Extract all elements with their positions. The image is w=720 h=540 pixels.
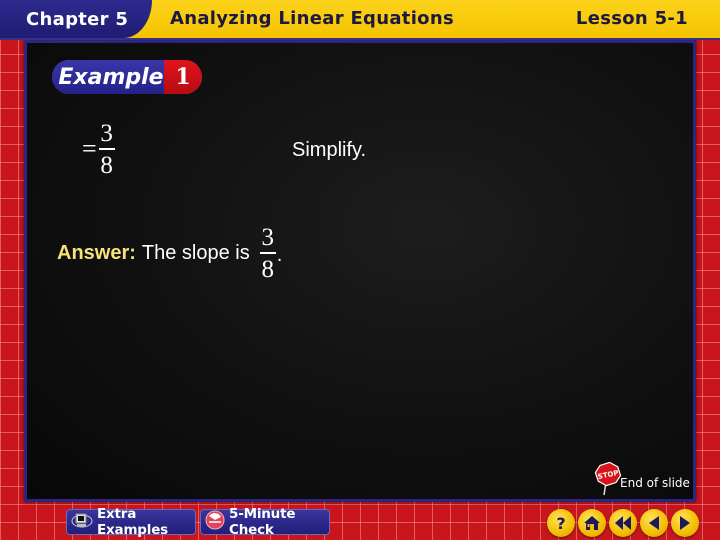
lesson-label: Lesson 5-1 (575, 8, 688, 29)
example-label: Example (52, 60, 164, 94)
stop-sign-icon: STOP (594, 461, 622, 496)
answer-line: Answer: The slope is 3 8 . (57, 225, 282, 282)
chapter-title: Analyzing Linear Equations (170, 8, 454, 29)
first-slide-button[interactable] (609, 509, 637, 537)
arrow-left-icon (648, 516, 660, 530)
fraction-denominator: 8 (100, 151, 113, 179)
help-button[interactable]: ? (547, 509, 575, 537)
arrow-right-icon (679, 516, 691, 530)
answer-text: The slope is (141, 241, 250, 264)
end-of-slide-marker: STOP End of slide (594, 461, 690, 496)
extra-examples-button[interactable]: Extra Examples (66, 506, 196, 538)
timer-icon (205, 510, 225, 534)
svg-text:?: ? (556, 514, 565, 532)
step-note: Simplify. (292, 139, 367, 161)
fraction-denominator: 8 (261, 255, 275, 283)
chapter-label: Chapter 5 (0, 0, 152, 38)
equation-line: = 3 8 (82, 121, 115, 178)
header-bar: Chapter 5 Analyzing Linear Equations Les… (0, 0, 720, 40)
example-badge: Example 1 (52, 60, 202, 94)
rewind-icon (614, 516, 632, 530)
answer-fraction: 3 8 (259, 224, 276, 283)
answer-label: Answer: (57, 241, 136, 264)
example-number: 1 (164, 60, 202, 94)
next-slide-button[interactable] (671, 509, 699, 537)
fraction: 3 8 (98, 120, 115, 179)
fraction-numerator: 3 (100, 120, 113, 147)
fraction-numerator: 3 (261, 224, 275, 251)
extra-examples-label: Extra Examples (97, 506, 168, 538)
five-minute-check-label: 5-Minute Check (229, 506, 296, 538)
previous-slide-button[interactable] (640, 509, 668, 537)
question-icon: ? (554, 514, 568, 532)
end-of-slide-label: End of slide (620, 476, 690, 490)
five-minute-check-button[interactable]: 5-Minute Check (200, 506, 330, 538)
home-button[interactable] (578, 509, 606, 537)
computer-icon (71, 511, 93, 533)
equals-sign: = (82, 134, 97, 164)
answer-period: . (276, 243, 283, 266)
home-icon (583, 515, 601, 531)
